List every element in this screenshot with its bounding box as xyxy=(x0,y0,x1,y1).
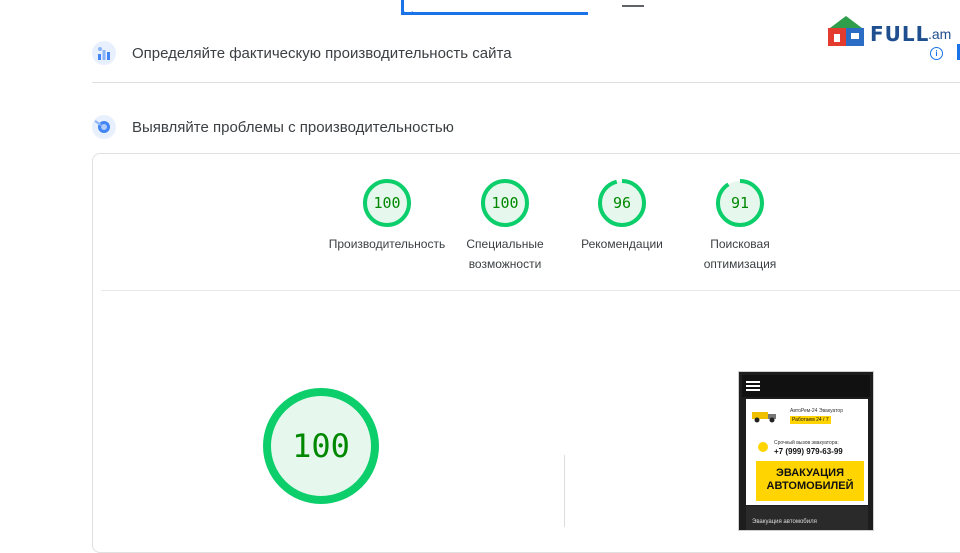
preview-header xyxy=(742,375,870,397)
gauge-ring: 96 xyxy=(598,179,646,227)
gauge-label-line: Поисковая xyxy=(710,237,770,251)
score-gauges: 100 Производительность 100 Специальные в… xyxy=(0,178,960,278)
section-field-data[interactable]: Определяйте фактическую производительнос… xyxy=(92,41,512,65)
main-score-value: 100 xyxy=(292,427,350,465)
tab-mobile-icon[interactable] xyxy=(401,0,413,15)
field-data-icon xyxy=(92,41,116,65)
gauge-performance[interactable]: 100 Производительность xyxy=(327,178,447,254)
preview-banner: ЭВАКУАЦИЯ АВТОМОБИЛЕЙ xyxy=(756,461,864,501)
svg-text:91: 91 xyxy=(731,194,749,212)
tab-mobile-active-indicator[interactable] xyxy=(401,12,588,15)
preview-body: АвтоРем-24 Эвакуатор Работаем 24 / 7 Сро… xyxy=(746,399,868,505)
gauge-best-practices[interactable]: 96 Рекомендации xyxy=(562,178,682,254)
preview-call-caption: Срочный вызов эвакуатора: xyxy=(774,440,839,446)
gauge-label-line: Специальные xyxy=(466,237,544,251)
lab-diagnostics-icon xyxy=(92,115,116,139)
logo-suffix: .am xyxy=(928,26,952,42)
svg-text:96: 96 xyxy=(613,194,631,212)
tow-truck-icon xyxy=(752,412,776,423)
logo-text: FULL xyxy=(870,22,930,46)
gauge-accessibility[interactable]: 100 Специальные возможности xyxy=(445,178,565,274)
banner-line: АВТОМОБИЛЕЙ xyxy=(766,480,854,492)
tab-desktop-icon[interactable] xyxy=(622,0,644,7)
preview-badge: Работаем 24 / 7 xyxy=(790,416,831,424)
main-performance-gauge[interactable]: 100 xyxy=(261,386,381,506)
phone-icon xyxy=(758,442,768,452)
banner-line: ЭВАКУАЦИЯ xyxy=(776,467,844,479)
gauge-ring: 100 xyxy=(363,179,411,227)
hamburger-menu-icon xyxy=(746,379,760,393)
preview-footer-text: Эвакуация автомобиля xyxy=(752,519,817,525)
gauge-ring: 91 xyxy=(716,179,764,227)
section-title: Определяйте фактическую производительнос… xyxy=(132,44,512,62)
gauge-label-line: оптимизация xyxy=(703,257,777,271)
gauge-label-line: возможности xyxy=(468,257,542,271)
gauge-label-line: Производительность xyxy=(328,237,446,251)
gauge-ring: 100 xyxy=(481,179,529,227)
info-icon[interactable]: i xyxy=(930,47,943,60)
card-divider xyxy=(101,290,960,291)
vertical-divider xyxy=(564,455,565,527)
preview-brand: АвтоРем-24 Эвакуатор xyxy=(790,408,843,414)
page-screenshot-preview: АвтоРем-24 Эвакуатор Работаем 24 / 7 Сро… xyxy=(738,371,874,531)
section-lab-diagnostics[interactable]: Выявляйте проблемы с производительностью xyxy=(92,115,454,139)
logo-house-icon xyxy=(828,16,864,46)
full-am-logo: FULL .am xyxy=(824,14,960,50)
preview-phone-number: +7 (999) 979-63-99 xyxy=(774,447,843,456)
svg-text:100: 100 xyxy=(491,194,518,212)
preview-footer xyxy=(746,506,868,530)
section-title: Выявляйте проблемы с производительностью xyxy=(132,118,454,136)
section-divider xyxy=(92,82,960,83)
svg-text:100: 100 xyxy=(373,194,400,212)
gauge-seo[interactable]: 91 Поисковая оптимизация xyxy=(680,178,800,274)
gauge-label-line: Рекомендации xyxy=(581,237,663,251)
